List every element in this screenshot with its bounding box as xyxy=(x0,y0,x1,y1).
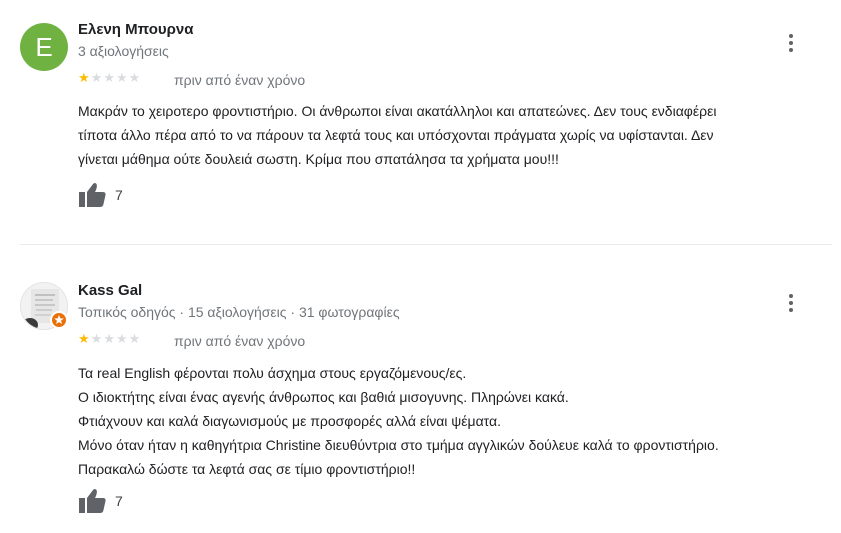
more-options-button[interactable] xyxy=(782,291,800,315)
review-text: Μακράν το χειροτερο φροντιστήριο. Οι άνθ… xyxy=(78,99,828,171)
review-text-line: Τα real English φέρονται πολυ άσχημα στο… xyxy=(78,365,467,381)
star-icon xyxy=(54,315,64,324)
star-icon: ★ xyxy=(128,331,142,346)
reviewer-meta[interactable]: 3 αξιολογήσεις xyxy=(78,43,169,59)
star-icon: ★ xyxy=(115,70,129,85)
more-vert-icon xyxy=(789,34,793,38)
like-count: 7 xyxy=(115,493,123,509)
local-guide-badge xyxy=(50,311,68,329)
more-vert-icon-dot xyxy=(789,308,793,312)
review-text-line: Παρακαλώ δώστε τα λεφτά σας σε τίμιο φρο… xyxy=(78,461,416,477)
reviewer-meta[interactable]: Τοπικός οδηγός · 15 αξιολογήσεις · 31 φω… xyxy=(78,304,400,320)
star-rating: ★★★★★ xyxy=(78,70,141,86)
review-date: πριν από έναν χρόνο xyxy=(174,333,306,349)
more-vert-icon-dot xyxy=(789,48,793,52)
star-icon: ★ xyxy=(103,331,116,346)
like-button[interactable] xyxy=(78,487,108,515)
more-options-button[interactable] xyxy=(782,31,800,55)
review-text-line: τίποτα άλλο πέρα από το να πάρουν τα λεφ… xyxy=(78,127,714,143)
more-vert-icon xyxy=(789,294,793,298)
review-text-line: Μόνο όταν ήταν η καθηγήτρια Christine δι… xyxy=(78,437,719,453)
review-text-line: Μακράν το χειροτερο φροντιστήριο. Οι άνθ… xyxy=(78,103,717,119)
review-text-line: Ο ιδιοκτήτης είναι ένας αγενής άνθρωπος … xyxy=(78,389,569,405)
avatar[interactable]: E xyxy=(20,23,68,71)
star-icon: ★ xyxy=(78,331,91,346)
divider xyxy=(20,244,832,245)
reviewer-name[interactable]: Ελενη Μπουρνα xyxy=(78,21,193,38)
more-vert-icon-dot xyxy=(789,301,793,305)
star-icon: ★ xyxy=(128,70,142,85)
star-icon: ★ xyxy=(78,70,91,85)
star-icon: ★ xyxy=(90,331,104,346)
like-button[interactable] xyxy=(78,181,108,209)
star-icon: ★ xyxy=(103,70,116,85)
star-icon: ★ xyxy=(90,70,104,85)
review-text-line: γίνεται μάθημα ούτε δουλειά σωστη. Κρίμα… xyxy=(78,151,559,167)
review-text-line: Φτιάχνουν και καλά διαγωνισμούς με προσφ… xyxy=(78,413,501,429)
like-count: 7 xyxy=(115,187,123,203)
thumbs-up-icon xyxy=(79,183,106,207)
thumbs-up-icon xyxy=(79,489,106,513)
review-text: Τα real English φέρονται πολυ άσχημα στο… xyxy=(78,361,828,481)
reviewer-name[interactable]: Kass Gal xyxy=(78,282,142,299)
star-rating: ★★★★★ xyxy=(78,331,141,347)
star-icon: ★ xyxy=(115,331,129,346)
review-date: πριν από έναν χρόνο xyxy=(174,72,306,88)
more-vert-icon-dot xyxy=(789,41,793,45)
